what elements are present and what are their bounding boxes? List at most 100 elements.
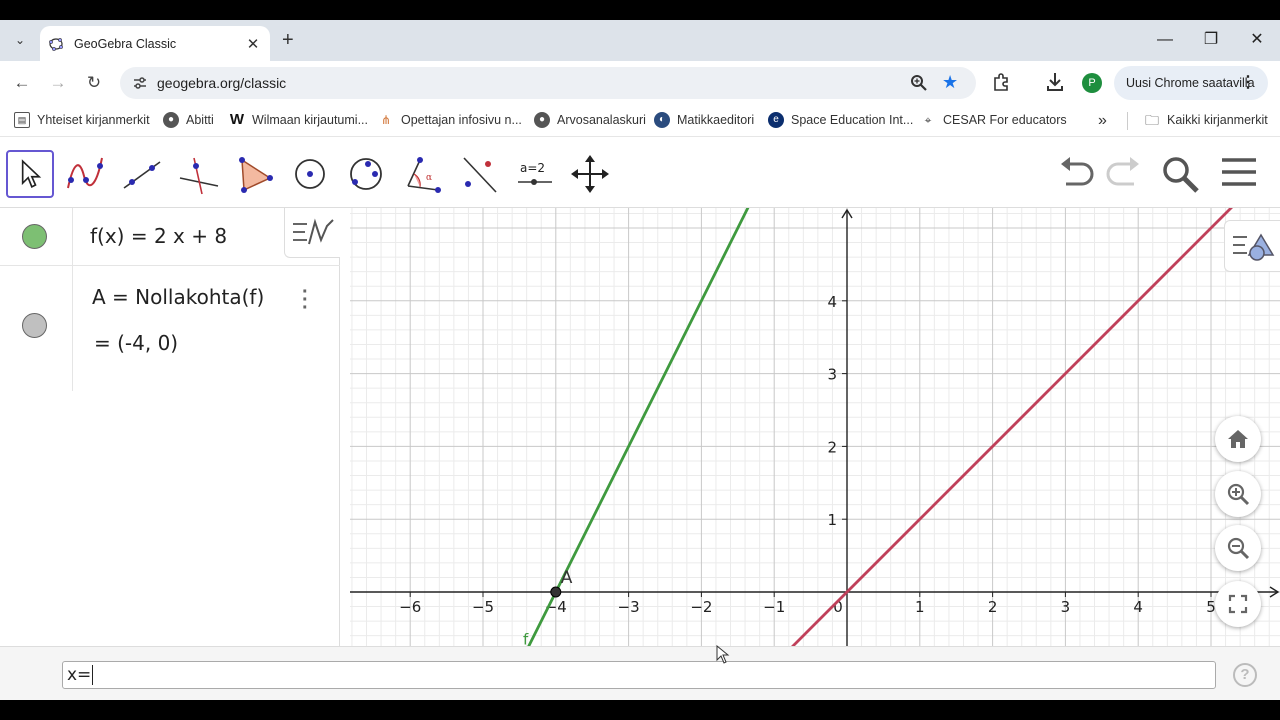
tab-search-icon[interactable]: ⌄ xyxy=(8,28,32,52)
reload-icon[interactable]: ↻ xyxy=(82,71,106,95)
y-tick-label: 1 xyxy=(827,511,837,529)
search-icon[interactable] xyxy=(1160,154,1200,194)
function-curve-icon xyxy=(67,157,103,189)
info-page-icon: ⋔ xyxy=(380,113,392,127)
line-tool[interactable] xyxy=(118,150,166,198)
main-menu-icon[interactable] xyxy=(1220,154,1258,190)
zoom-in-button[interactable] xyxy=(1215,471,1261,517)
minimize-icon[interactable]: — xyxy=(1153,28,1177,52)
algebra-style-icon xyxy=(293,218,334,245)
zoom-out-button[interactable] xyxy=(1215,525,1261,571)
all-bookmarks-button[interactable]: 🗀 Kaikki kirjanmerkit xyxy=(1144,112,1268,128)
red-line[interactable] xyxy=(701,208,1280,646)
point-A[interactable] xyxy=(550,586,562,598)
x-tick-label: −6 xyxy=(399,598,421,616)
chrome-menu-icon[interactable]: ⋮ xyxy=(1240,66,1256,100)
bookmark-item[interactable]: ● Arvosanalaskuri xyxy=(534,112,646,128)
help-icon[interactable]: ? xyxy=(1233,663,1257,687)
bookmarks-bar: ▤ Yhteiset kirjanmerkit ● Abitti W Wilmaan … xyxy=(0,105,1280,137)
graphics-view[interactable]: −6 −5 −4 −3 −2 −1 0 1 2 3 4 5 1 2 3 4 A f xyxy=(350,208,1280,646)
reflect-tool[interactable] xyxy=(454,150,502,198)
circle-three-points-tool[interactable] xyxy=(342,150,390,198)
shared-bookmarks-icon: ▤ xyxy=(14,112,30,128)
site-info-icon[interactable] xyxy=(132,75,148,91)
download-icon[interactable] xyxy=(1045,71,1065,93)
restore-icon[interactable]: ❐ xyxy=(1199,28,1223,52)
axis-tick-labels: −6 −5 −4 −3 −2 −1 0 1 2 3 4 51234 xyxy=(399,293,1216,616)
algebra-style-button[interactable] xyxy=(284,208,340,258)
close-tab-icon[interactable]: ✕ xyxy=(244,35,262,53)
circle-center-icon xyxy=(295,159,325,189)
bookmark-divider xyxy=(1127,112,1128,130)
bookmark-item[interactable]: ◐ Matikkaeditori xyxy=(654,112,754,128)
visibility-toggle-f[interactable] xyxy=(22,224,47,249)
move-view-tool[interactable] xyxy=(566,150,614,198)
bookmark-item[interactable]: ▤ Yhteiset kirjanmerkit xyxy=(14,112,150,128)
text-caret xyxy=(92,665,94,685)
function-tool[interactable] xyxy=(62,150,110,198)
x-tick-label: −5 xyxy=(472,598,494,616)
angle-tool[interactable]: α xyxy=(398,150,446,198)
url-text: geogebra.org/classic xyxy=(157,75,287,91)
perpendicular-tool[interactable] xyxy=(174,150,222,198)
definition-A[interactable]: A = Nollakohta(f) xyxy=(92,285,264,309)
forward-icon[interactable]: → xyxy=(46,71,70,95)
back-icon[interactable]: ← xyxy=(10,71,34,95)
definition-f[interactable]: f(x) = 2 x + 8 xyxy=(90,224,227,248)
bookmark-item[interactable]: ● Abitti xyxy=(163,112,214,128)
row-separator xyxy=(72,208,73,265)
input-field[interactable]: x= xyxy=(62,661,1216,689)
circle-center-tool[interactable] xyxy=(286,150,334,198)
bookmark-star-icon[interactable]: ★ xyxy=(942,72,958,93)
wilma-icon: W xyxy=(229,111,245,128)
redo-icon[interactable] xyxy=(1104,154,1142,190)
svg-text:α: α xyxy=(426,173,432,183)
graphics-style-button[interactable] xyxy=(1224,220,1280,272)
browser-window: ⌄ GeoGebra Classic ✕ + — ❐ ✕ ← → ↻ geoge… xyxy=(0,20,1280,700)
bookmark-label: Space Education Int... xyxy=(791,113,914,127)
bookmark-label: CESAR For educators xyxy=(943,113,1067,127)
perpendicular-line-icon xyxy=(179,157,219,195)
mouse-cursor-icon xyxy=(716,645,730,664)
more-bookmarks-icon[interactable]: » xyxy=(1098,112,1107,130)
more-options-icon[interactable]: · · · xyxy=(302,282,309,318)
new-tab-icon[interactable]: + xyxy=(282,30,294,50)
minor-grid xyxy=(350,208,1280,646)
address-bar[interactable]: geogebra.org/classic ★ xyxy=(120,67,976,99)
x-tick-label: −2 xyxy=(690,598,712,616)
bookmark-label: Arvosanalaskuri xyxy=(557,113,646,127)
tab-strip: ⌄ GeoGebra Classic ✕ + — ❐ ✕ xyxy=(0,20,1280,61)
line-icon xyxy=(123,161,161,189)
bookmark-item[interactable]: e Space Education Int... xyxy=(768,112,913,128)
zoom-in-icon xyxy=(1227,483,1250,506)
extensions-icon[interactable] xyxy=(992,72,1012,92)
circle-three-points-icon xyxy=(350,158,382,190)
chrome-update-button[interactable]: Uusi Chrome saatavilla ⋮ xyxy=(1114,66,1268,100)
graphics-style-icon xyxy=(1233,233,1275,261)
undo-icon[interactable] xyxy=(1058,154,1096,190)
polygon-tool[interactable] xyxy=(230,150,278,198)
algebra-view: f(x) = 2 x + 8 A = Nollakohta(f) = (-4, … xyxy=(0,208,340,646)
cursor-arrow-icon xyxy=(21,159,42,188)
bookmark-item[interactable]: ⌖ CESAR For educators xyxy=(920,112,1067,128)
algebra-row-A[interactable]: A = Nollakohta(f) = (-4, 0) · · · xyxy=(0,266,340,391)
angle-icon: α xyxy=(407,157,441,193)
close-window-icon[interactable]: ✕ xyxy=(1245,28,1269,52)
all-bookmarks-label: Kaikki kirjanmerkit xyxy=(1167,113,1268,127)
move-arrows-icon xyxy=(571,155,609,193)
visibility-toggle-A[interactable] xyxy=(22,313,47,338)
zoom-icon[interactable] xyxy=(910,74,928,92)
fullscreen-button[interactable] xyxy=(1215,581,1261,627)
tab-geogebra[interactable]: GeoGebra Classic ✕ xyxy=(40,26,270,61)
home-button[interactable] xyxy=(1215,416,1261,462)
move-tool[interactable] xyxy=(6,150,54,198)
bookmark-item[interactable]: ⋔ Opettajan infosivu n... xyxy=(378,112,522,128)
coordinate-plane[interactable]: −6 −5 −4 −3 −2 −1 0 1 2 3 4 51234 A f xyxy=(350,208,1280,646)
slider-tool[interactable]: a=2 xyxy=(510,150,558,198)
editor-icon: ◐ xyxy=(654,112,670,128)
x-tick-label: 1 xyxy=(915,598,925,616)
profile-avatar[interactable]: P xyxy=(1082,73,1102,93)
telescope-icon: ⌖ xyxy=(924,113,932,127)
navigation-bar: ← → ↻ geogebra.org/classic ★ P Uusi Chro… xyxy=(0,61,1280,105)
bookmark-item[interactable]: W Wilmaan kirjautumi... xyxy=(229,112,368,128)
